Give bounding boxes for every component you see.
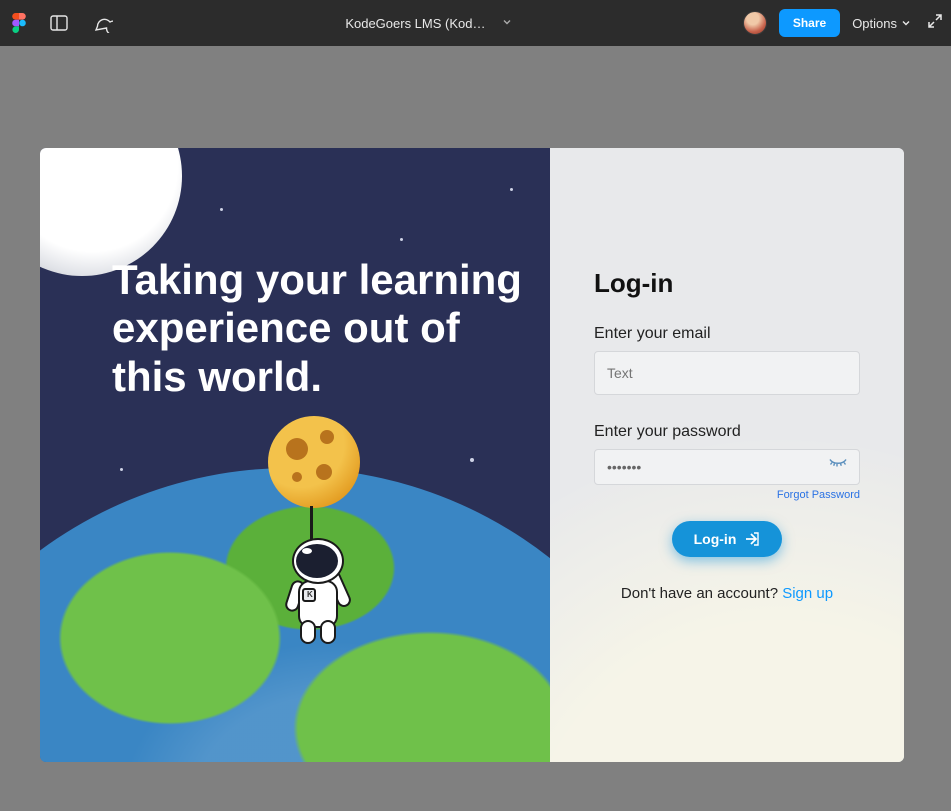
hero-headline: Taking your learning experience out of t… xyxy=(112,256,532,401)
password-input[interactable] xyxy=(594,449,860,485)
panel-toggle-icon[interactable] xyxy=(48,12,70,34)
email-input[interactable] xyxy=(594,351,860,395)
toolbar-right: Share Options xyxy=(743,9,943,37)
astronaut-illustration xyxy=(278,536,358,646)
signup-row: Don't have an account? Sign up xyxy=(594,585,860,602)
signup-link[interactable]: Sign up xyxy=(782,585,833,602)
share-button[interactable]: Share xyxy=(779,9,840,37)
star-icon xyxy=(510,188,513,191)
login-button-label: Log-in xyxy=(694,531,737,547)
star-icon xyxy=(400,238,403,241)
canvas[interactable]: Taking your learning experience out of t… xyxy=(0,46,951,811)
toolbar-center: KodeGoers LMS (Kod… xyxy=(114,14,743,32)
password-field-block: Enter your password Forgot Password xyxy=(594,423,860,501)
figma-logo-icon[interactable] xyxy=(12,13,26,33)
expand-icon[interactable] xyxy=(927,13,943,34)
chevron-down-icon[interactable] xyxy=(502,14,512,32)
login-panel: Log-in Enter your email Enter your passw… xyxy=(550,148,904,762)
options-button[interactable]: Options xyxy=(852,16,911,31)
star-icon xyxy=(470,458,474,462)
hero-panel: Taking your learning experience out of t… xyxy=(40,148,550,762)
planet-balloon-illustration xyxy=(268,416,360,508)
hide-password-icon[interactable] xyxy=(828,458,848,477)
app-toolbar: KodeGoers LMS (Kod… Share Options xyxy=(0,0,951,46)
options-label: Options xyxy=(852,16,897,31)
login-title: Log-in xyxy=(594,268,860,299)
login-arrow-icon xyxy=(744,532,760,546)
star-icon xyxy=(220,208,223,211)
email-label: Enter your email xyxy=(594,325,860,343)
comments-icon[interactable] xyxy=(92,12,114,34)
toolbar-left xyxy=(8,12,114,34)
file-title[interactable]: KodeGoers LMS (Kod… xyxy=(345,16,485,31)
design-frame[interactable]: Taking your learning experience out of t… xyxy=(40,148,904,762)
login-button[interactable]: Log-in xyxy=(672,521,782,557)
avatar[interactable] xyxy=(743,11,767,35)
password-label: Enter your password xyxy=(594,423,860,441)
forgot-password-link[interactable]: Forgot Password xyxy=(594,489,860,501)
signup-prompt: Don't have an account? xyxy=(621,585,782,602)
email-field-block: Enter your email xyxy=(594,325,860,395)
